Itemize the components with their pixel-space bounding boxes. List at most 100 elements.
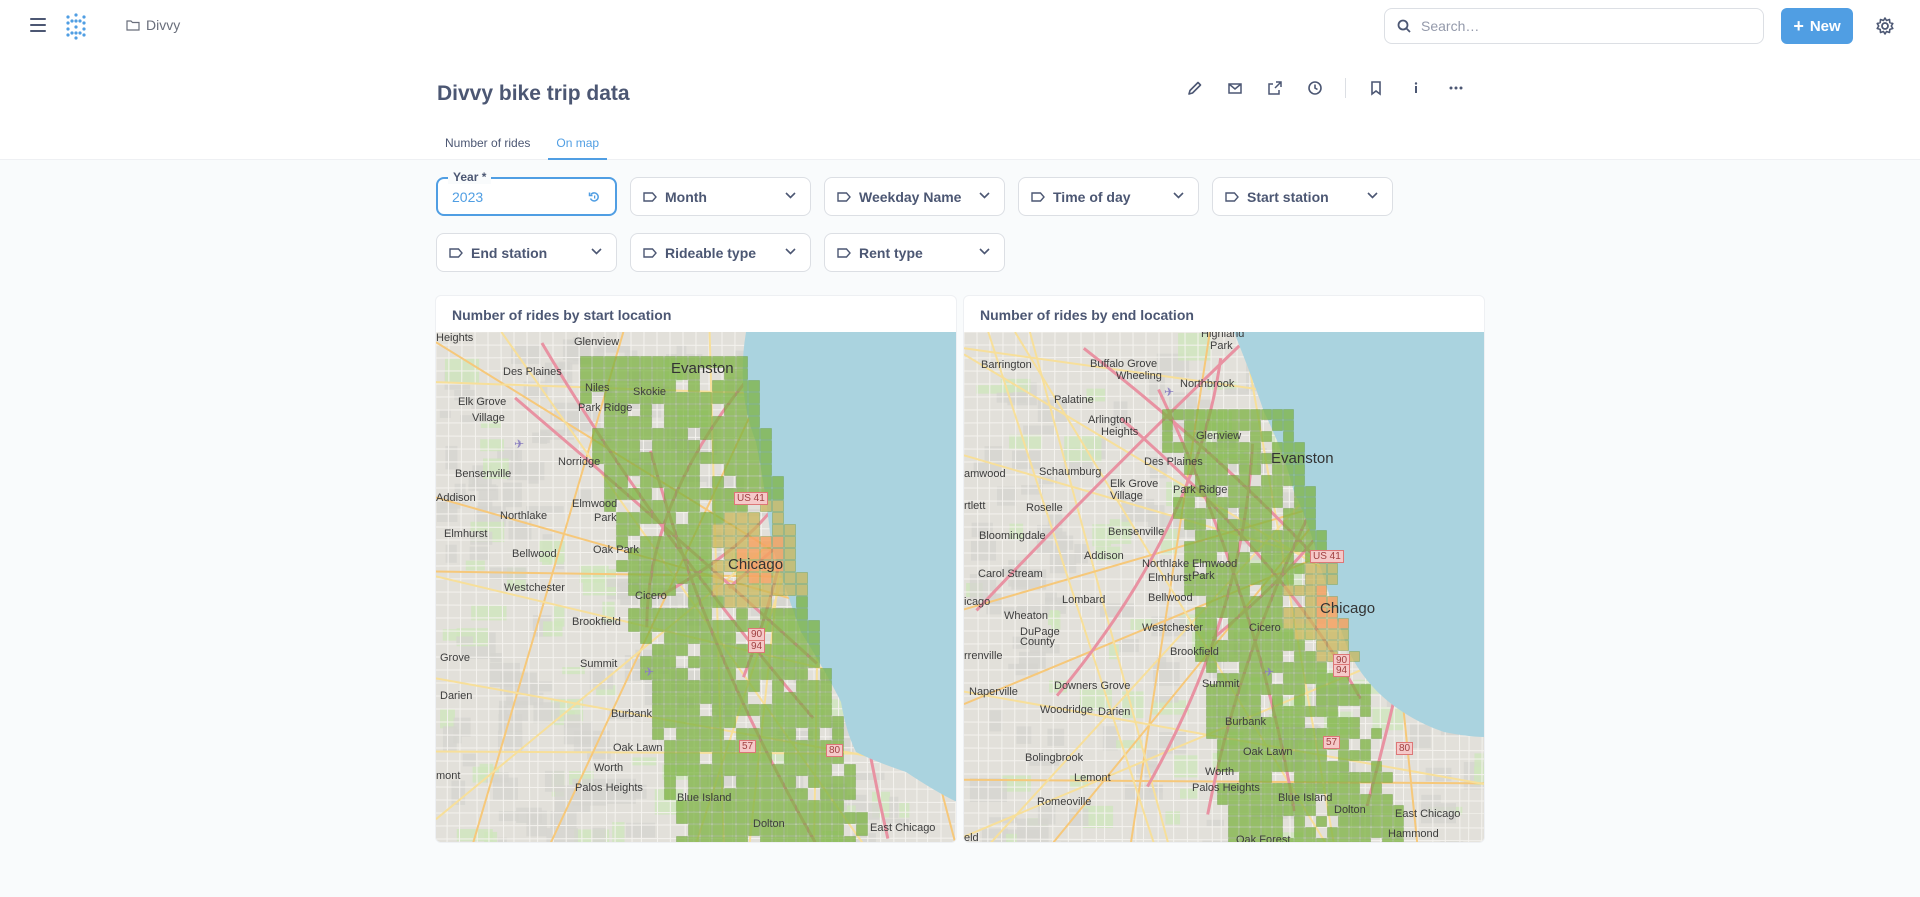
heat-cell — [676, 536, 688, 548]
heat-cell — [736, 464, 748, 476]
search-input[interactable] — [1421, 18, 1741, 34]
heat-cell — [1382, 772, 1393, 783]
heat-cell — [796, 584, 808, 596]
heat-cell — [760, 704, 772, 716]
map-place-label: Elmhurst — [1148, 572, 1192, 584]
heat-cell — [1261, 783, 1272, 794]
heat-cell — [688, 608, 700, 620]
heat-cell — [724, 716, 736, 728]
new-button[interactable]: + New — [1781, 8, 1853, 44]
search-box[interactable] — [1384, 8, 1764, 44]
heat-cell — [796, 632, 808, 644]
rideable-type-filter[interactable]: Rideable type — [630, 233, 811, 272]
heat-cell — [676, 524, 688, 536]
history-clock-icon[interactable] — [1305, 78, 1325, 98]
heat-cell — [1371, 805, 1382, 816]
map-place-label: Village — [1110, 490, 1143, 502]
map-place-label: Evanston — [671, 360, 734, 377]
heat-cell — [760, 476, 772, 488]
card-title[interactable]: Number of rides by end location — [964, 296, 1484, 332]
tab-number-of-rides[interactable]: Number of rides — [437, 132, 538, 160]
folder-icon — [126, 20, 140, 31]
heat-cell — [736, 692, 748, 704]
time-of-day-filter[interactable]: Time of day — [1018, 177, 1199, 216]
heat-cell — [796, 764, 808, 776]
heat-cell — [724, 620, 736, 632]
heat-cell — [748, 584, 760, 596]
heat-cell — [700, 620, 712, 632]
heat-cell — [700, 560, 712, 572]
subscriptions-icon[interactable] — [1225, 78, 1245, 98]
heat-cell — [1283, 563, 1294, 574]
heat-cell — [724, 812, 736, 824]
tab-on-map[interactable]: On map — [548, 132, 608, 160]
heat-cell — [748, 668, 760, 680]
start-station-filter[interactable]: Start station — [1212, 177, 1393, 216]
heat-cell — [1162, 431, 1173, 442]
heat-cell — [796, 836, 808, 842]
dashboard-title[interactable]: Divvy bike trip data — [437, 82, 630, 106]
heat-cell — [760, 584, 772, 596]
heat-cell — [1206, 453, 1217, 464]
heat-cell — [760, 836, 772, 842]
heat-cell — [772, 836, 784, 842]
info-icon[interactable] — [1406, 78, 1426, 98]
card-title[interactable]: Number of rides by start location — [436, 296, 956, 332]
map-place-label: Summit — [580, 658, 618, 670]
year-filter[interactable]: Year * 2023 — [436, 170, 617, 216]
breadcrumb-collection[interactable]: Divvy — [126, 17, 180, 33]
heat-cell — [1294, 706, 1305, 717]
map-place-label: Park — [1192, 570, 1215, 582]
heat-cell — [592, 368, 604, 380]
share-icon[interactable] — [1265, 78, 1285, 98]
map-place-label: Barrington — [981, 359, 1032, 371]
heat-cell — [1217, 750, 1228, 761]
heat-cell — [616, 512, 628, 524]
heat-cell — [1294, 816, 1305, 827]
metabase-logo[interactable] — [62, 12, 90, 40]
reset-icon[interactable] — [588, 191, 601, 204]
heat-cell — [1250, 761, 1261, 772]
heat-cell — [820, 788, 832, 800]
gear-icon[interactable] — [1875, 16, 1895, 36]
heat-cell — [688, 500, 700, 512]
heat-cell — [652, 692, 664, 704]
heat-cell — [772, 728, 784, 740]
heat-cell — [652, 368, 664, 380]
month-filter[interactable]: Month — [630, 177, 811, 216]
heat-cell — [1184, 541, 1195, 552]
edit-pencil-icon[interactable] — [1185, 78, 1205, 98]
heat-cell — [700, 644, 712, 656]
heat-cell — [1239, 420, 1250, 431]
more-options-icon[interactable] — [1446, 78, 1466, 98]
weekday-filter[interactable]: Weekday Name — [824, 177, 1005, 216]
rent-type-filter[interactable]: Rent type — [824, 233, 1005, 272]
map-end-location[interactable]: ✈ ✈ Highland Park Barrington Buffalo Grove Whe… — [964, 332, 1484, 842]
heat-cell — [1316, 629, 1327, 640]
heat-cell — [676, 392, 688, 404]
sidebar-toggle-icon[interactable] — [30, 18, 46, 32]
search-icon — [1397, 19, 1411, 33]
heat-cell — [1283, 684, 1294, 695]
heat-cell — [820, 824, 832, 836]
heat-cell — [640, 452, 652, 464]
heat-cell — [808, 692, 820, 704]
heat-cell — [1360, 772, 1371, 783]
heat-cell — [628, 572, 640, 584]
heat-cell — [1239, 816, 1250, 827]
map-start-location[interactable]: ✈ ✈ Heights Glenview Evanston Des Plaines Nile… — [436, 332, 956, 842]
heat-cell — [772, 488, 784, 500]
heat-cell — [616, 464, 628, 476]
heat-cell — [736, 572, 748, 584]
bookmark-icon[interactable] — [1366, 78, 1386, 98]
heat-cell — [1305, 574, 1316, 585]
map-place-label: Oak Park — [593, 544, 639, 556]
heat-cell — [1327, 618, 1338, 629]
end-station-filter[interactable]: End station — [436, 233, 617, 272]
map-place-label: Schaumburg — [1039, 466, 1102, 478]
heat-cell — [1239, 442, 1250, 453]
map-place-label: Burbank — [611, 708, 652, 720]
heat-cell — [1228, 629, 1239, 640]
heat-cell — [736, 824, 748, 836]
heat-cell — [616, 476, 628, 488]
